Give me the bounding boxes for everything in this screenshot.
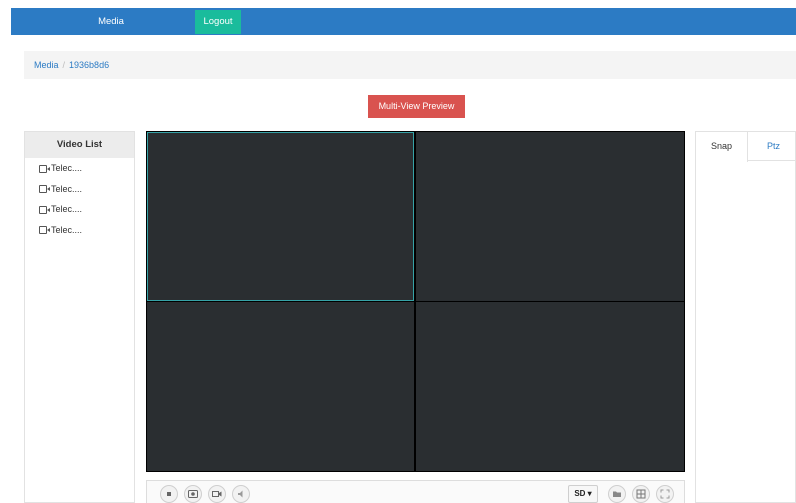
video-cell-4[interactable] — [416, 302, 684, 471]
breadcrumb-current: 1936b8d6 — [69, 60, 110, 70]
right-panel-tabs: Snap Ptz — [696, 132, 796, 162]
playback-control-bar: SD ▾ — [146, 480, 685, 503]
camera-icon — [39, 205, 50, 214]
video-list-item[interactable]: Telec.... — [25, 199, 134, 220]
mute-icon — [238, 490, 243, 498]
breadcrumb-separator: / — [62, 60, 66, 70]
caret-down-icon: ▾ — [587, 489, 592, 498]
mute-button[interactable] — [232, 485, 250, 503]
video-list-item[interactable]: Telec.... — [25, 220, 134, 241]
folder-icon — [613, 491, 621, 497]
fullscreen-button[interactable] — [656, 485, 674, 503]
record-button[interactable] — [208, 485, 226, 503]
video-grid — [146, 131, 685, 472]
camera-icon — [39, 226, 50, 235]
quality-dropdown[interactable]: SD ▾ — [568, 485, 598, 503]
record-icon — [212, 491, 222, 497]
folder-button[interactable] — [608, 485, 626, 503]
video-list-item-label: Telec.... — [51, 163, 83, 173]
video-list-item-label: Telec.... — [51, 204, 83, 214]
logout-button[interactable]: Logout — [195, 10, 241, 34]
quality-label: SD — [574, 489, 586, 498]
right-side-panel: Snap Ptz — [695, 131, 796, 503]
video-list-panel: Video List Telec.... Telec.... Telec....… — [24, 131, 135, 503]
multi-view-preview-button[interactable]: Multi-View Preview — [368, 95, 465, 118]
breadcrumb-media-link[interactable]: Media — [34, 60, 59, 70]
video-cell-1[interactable] — [147, 132, 414, 301]
snapshot-button[interactable] — [184, 485, 202, 503]
video-list-item[interactable]: Telec.... — [25, 179, 134, 200]
fullscreen-icon — [660, 489, 670, 499]
tab-ptz[interactable]: Ptz — [750, 132, 796, 161]
breadcrumb: Media/1936b8d6 — [24, 51, 796, 79]
nav-media-link[interactable]: Media — [91, 8, 131, 35]
video-cell-2[interactable] — [416, 132, 684, 301]
tab-snap[interactable]: Snap — [696, 132, 748, 162]
layout-grid-icon — [636, 489, 646, 499]
video-list-item-label: Telec.... — [51, 183, 83, 194]
layout-button[interactable] — [632, 485, 650, 503]
camera-icon — [39, 164, 50, 173]
snapshot-icon — [188, 490, 198, 498]
video-list-title: Video List — [25, 132, 134, 158]
camera-icon — [39, 185, 50, 194]
video-list-item[interactable]: Telec.... — [25, 158, 134, 179]
top-navbar: Media Logout — [11, 8, 796, 35]
video-cell-3[interactable] — [147, 302, 414, 471]
video-list-item-label: Telec.... — [51, 224, 83, 235]
stop-button[interactable] — [160, 485, 178, 503]
stop-icon — [167, 492, 171, 496]
